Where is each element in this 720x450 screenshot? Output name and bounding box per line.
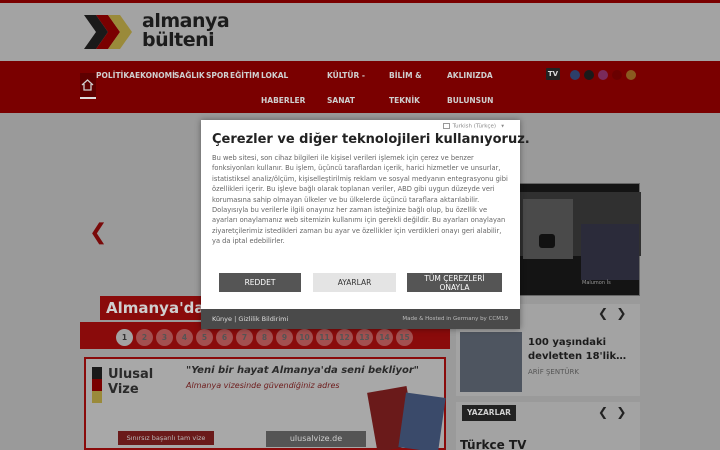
ad-slogan: "Yeni bir hayat Almanya'da seni bekliyor… <box>186 365 419 376</box>
writers-tab[interactable]: YAZARLAR <box>462 405 516 421</box>
ad-banner[interactable]: Ulusal Vize "Yeni bir hayat Almanya'da s… <box>84 357 446 450</box>
accept-all-button[interactable]: TÜM ÇEREZLERİ ONAYLA <box>407 273 502 292</box>
logo-line-2: bülteni <box>142 29 215 51</box>
ad-subline: Almanya vizesinde güvendiğiniz adres <box>186 381 340 390</box>
accept-label-line-2: ONAYLA <box>439 283 470 292</box>
page-button[interactable]: 10 <box>296 329 313 346</box>
nav-egitim[interactable]: EĞİTİM <box>230 71 259 80</box>
tv-button[interactable]: TV <box>546 68 560 80</box>
page-button[interactable]: 4 <box>176 329 193 346</box>
video-caption: Malumon İs <box>582 280 611 286</box>
nav-saglik[interactable]: SAĞLIK <box>174 71 205 80</box>
page-button[interactable]: 2 <box>136 329 153 346</box>
video-person-image <box>581 224 639 280</box>
news-author: ARİF ŞENTÜRK <box>528 368 579 376</box>
footer-links[interactable]: Künye | Gizlilik Bildirimi <box>212 315 288 323</box>
youtube-icon[interactable] <box>612 70 622 80</box>
site-logo[interactable]: almanya bülteni <box>82 11 232 56</box>
nav-politika[interactable]: POLİTİKA <box>96 71 135 80</box>
language-icon <box>442 123 450 129</box>
site-header: almanya bülteni <box>0 3 720 61</box>
nav-aklinizda[interactable]: AKLINIZDA <box>447 71 493 80</box>
page-button[interactable]: 8 <box>256 329 273 346</box>
cookie-title: Çerezler ve diğer teknolojileri kullanıy… <box>212 132 530 147</box>
page-button[interactable]: 1 <box>116 329 133 346</box>
page-button[interactable]: 7 <box>236 329 253 346</box>
news-nav-arrows[interactable]: ❮ ❯ <box>598 306 626 320</box>
page-button[interactable]: 5 <box>196 329 213 346</box>
rss-icon[interactable] <box>626 70 636 80</box>
cookie-consent-dialog: Turkish (Türkçe) ▾ Çerezler ve diğer tek… <box>201 120 530 329</box>
home-icon <box>81 79 94 91</box>
facebook-icon[interactable] <box>570 70 580 80</box>
page-button[interactable]: 3 <box>156 329 173 346</box>
video-thumbnail <box>523 199 573 259</box>
video-widget[interactable]: Malumon İs <box>518 183 641 296</box>
home-button[interactable] <box>80 73 96 99</box>
nav-haberler[interactable]: HABERLER <box>261 96 305 105</box>
x-twitter-icon[interactable] <box>584 70 594 80</box>
nav-lokal[interactable]: LOKAL <box>261 71 288 80</box>
turkce-tv-heading: Türkce TV <box>460 438 527 450</box>
accept-label-line-1: TÜM ÇEREZLERİ <box>424 274 485 283</box>
logo-text: almanya bülteni <box>142 12 230 51</box>
nav-bulunsun[interactable]: BULUNSUN <box>447 96 493 105</box>
news-title[interactable]: 100 yaşındaki devletten 18'lik… <box>528 336 638 364</box>
writers-nav-arrows[interactable]: ❮ ❯ <box>598 405 626 419</box>
ad-domain[interactable]: ulusalvize.de <box>266 431 366 447</box>
page-button[interactable]: 13 <box>356 329 373 346</box>
page-button[interactable]: 14 <box>376 329 393 346</box>
ad-cta-button[interactable]: Sınırsız başarılı tam vize <box>118 431 214 445</box>
nav-kultur[interactable]: KÜLTÜR - <box>327 71 365 80</box>
page-button[interactable]: 9 <box>276 329 293 346</box>
language-selector[interactable]: Turkish (Türkçe) ▾ <box>442 123 504 130</box>
footer-credit: Made & Hosted in Germany by CCM19 <box>402 316 508 322</box>
german-flag-icon <box>92 367 102 403</box>
news-author-photo <box>460 332 522 392</box>
nav-teknik[interactable]: TEKNİK <box>389 96 420 105</box>
play-icon[interactable] <box>539 234 555 248</box>
ad-brand-line-2: Vize <box>108 382 139 397</box>
logo-chevrons-icon <box>84 15 132 49</box>
featured-label[interactable]: Almanya'da <box>100 296 211 320</box>
instagram-icon[interactable] <box>598 70 608 80</box>
page-button[interactable]: 11 <box>316 329 333 346</box>
reject-button[interactable]: REDDET <box>219 273 301 292</box>
nav-bilim[interactable]: BİLİM & <box>389 71 422 80</box>
chevron-down-icon: ▾ <box>501 123 504 130</box>
ad-brand: Ulusal Vize <box>108 367 153 397</box>
cookie-footer: Künye | Gizlilik Bildirimi Made & Hosted… <box>201 309 520 329</box>
page-button[interactable]: 6 <box>216 329 233 346</box>
ad-brand-line-1: Ulusal <box>108 367 154 382</box>
slider-prev-icon[interactable]: ❮ <box>89 220 107 245</box>
passport-image-2 <box>398 392 446 450</box>
language-label: Turkish (Türkçe) <box>452 123 496 130</box>
main-nav <box>0 61 720 113</box>
cookie-body: Bu web sitesi, son cihaz bilgileri ile k… <box>212 154 508 246</box>
nav-sanat[interactable]: SANAT <box>327 96 355 105</box>
page-button[interactable]: 12 <box>336 329 353 346</box>
page-button[interactable]: 15 <box>396 329 413 346</box>
nav-spor[interactable]: SPOR <box>206 71 229 80</box>
nav-ekonomi[interactable]: EKONOMİ <box>135 71 175 80</box>
settings-button[interactable]: AYARLAR <box>313 273 396 292</box>
